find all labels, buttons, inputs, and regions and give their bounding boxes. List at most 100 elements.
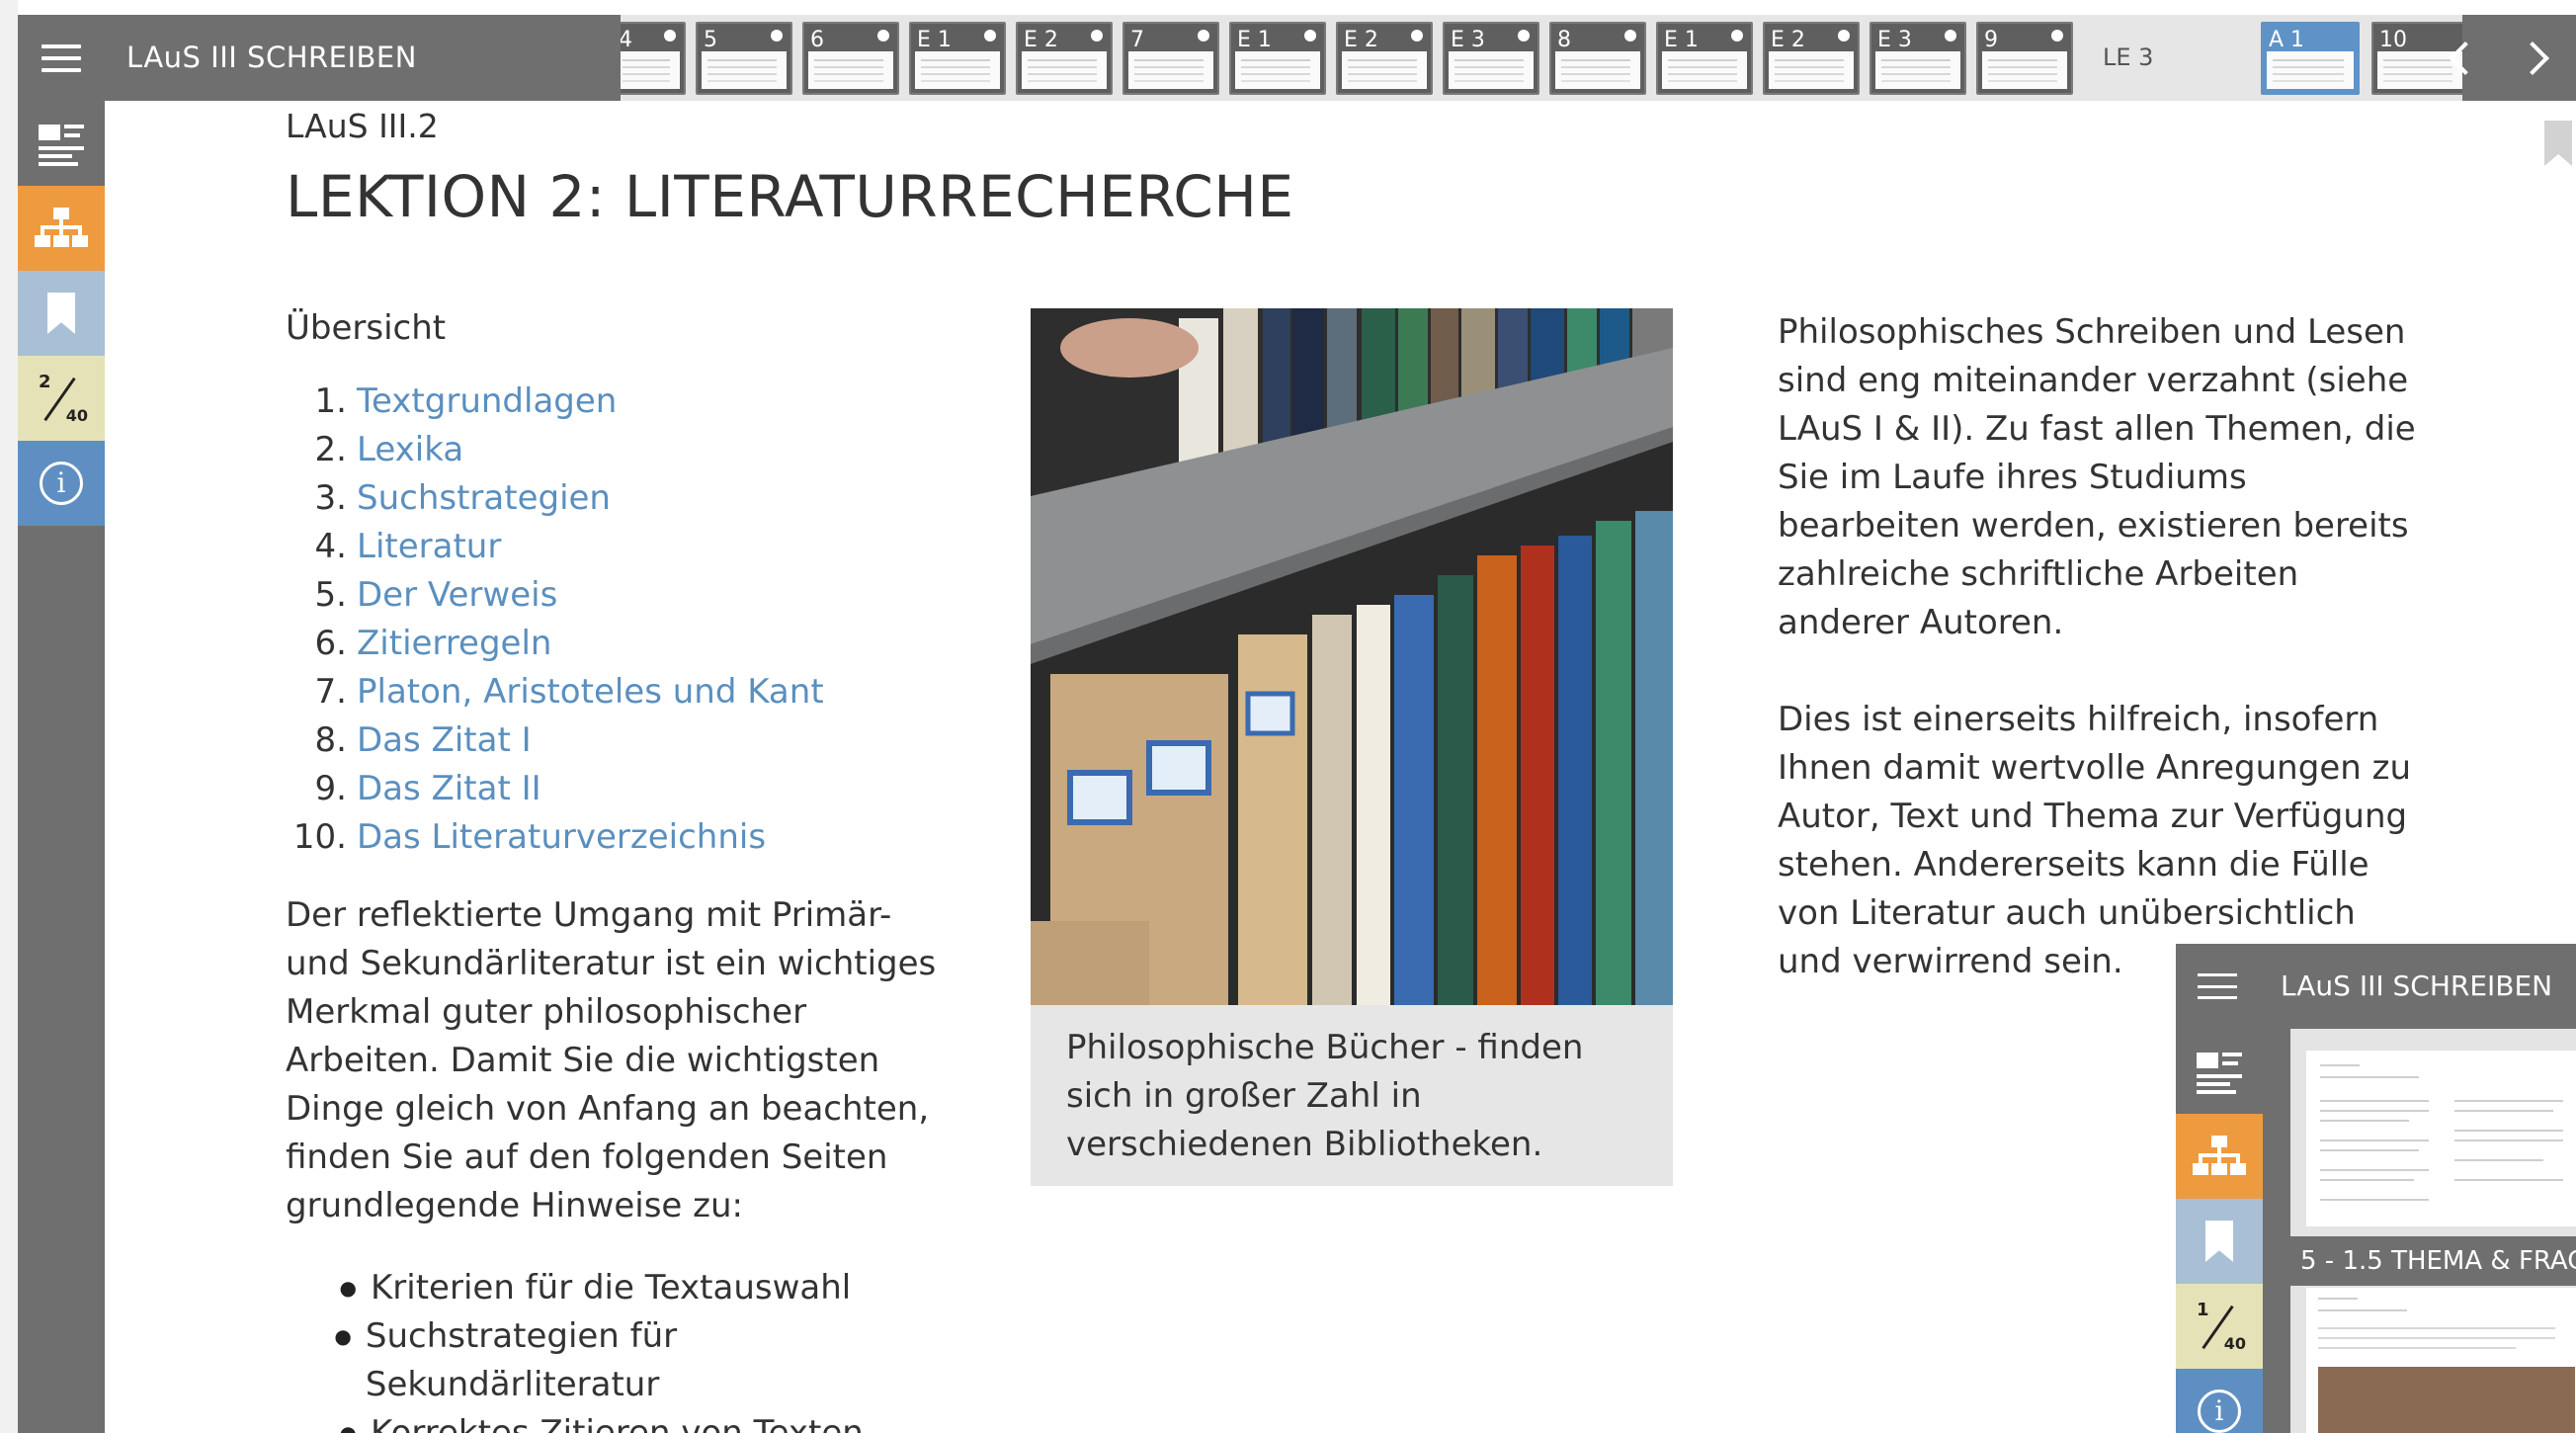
page-thumbnail[interactable]: E 3 <box>1870 22 1966 95</box>
page-counter-button[interactable]: 2 40 <box>18 356 105 441</box>
bullet-item: Korrektes Zitieren von Texten <box>286 1409 938 1433</box>
toc-link[interactable]: Textgrundlagen <box>357 378 617 426</box>
inset-info-button: i <box>2176 1369 2263 1433</box>
overview-column: Übersicht 1. Textgrundlagen 2. Lexika 3. Su… <box>286 308 938 1433</box>
chevron-left-icon <box>2449 41 2482 75</box>
status-dot <box>1091 30 1103 42</box>
page-title: LEKTION 2: LITERATURRECHERCHE <box>286 163 1294 230</box>
hamburger-icon <box>42 43 81 72</box>
app-title: LAuS III SCHREIBEN <box>126 41 417 74</box>
bullet-item: Kriterien für die Textauswahl <box>286 1264 938 1312</box>
page-thumbnail-strip[interactable]: 4 5 6 E 1 E 2 7 E 1 E 2 E 3 8 E 1 E 2 E … <box>621 15 2462 101</box>
page-thumbnail[interactable]: 6 <box>802 22 899 95</box>
toc-item: 1. Textgrundlagen <box>286 378 938 426</box>
toc-link[interactable]: Suchstrategien <box>357 474 611 523</box>
mobile-preview-inset: LAuS III SCHREIBEN 1 40 i 5 - 1.5 THEMA … <box>2176 944 2576 1433</box>
toc-link[interactable]: Das Zitat I <box>357 716 532 765</box>
inset-sitemap-button <box>2176 1114 2263 1199</box>
page-thumbnail-active[interactable]: A 1 <box>2261 22 2360 95</box>
toc-link[interactable]: Literatur <box>357 523 501 571</box>
sitemap-button[interactable] <box>18 186 105 271</box>
toc-link[interactable]: Platon, Aristoteles und Kant <box>357 668 824 716</box>
info-button[interactable]: i <box>18 441 105 526</box>
toc-item: 5. Der Verweis <box>286 571 938 620</box>
toc-link[interactable]: Das Literaturverzeichnis <box>357 813 766 862</box>
overview-heading: Übersicht <box>286 308 447 348</box>
toc-item: 8. Das Zitat I <box>286 716 938 765</box>
menu-button[interactable] <box>18 15 105 101</box>
status-dot <box>877 30 889 42</box>
inset-section-label: 5 - 1.5 THEMA & FRAGE <box>2290 1236 2576 1286</box>
status-dot <box>1411 30 1423 42</box>
toc-link[interactable]: Lexika <box>357 426 463 474</box>
sitemap-icon <box>2193 1136 2246 1177</box>
page-thumbnail[interactable]: E 3 <box>1443 22 1539 95</box>
status-dot <box>1198 30 1209 42</box>
inset-sidebar: 1 40 i <box>2176 1029 2263 1433</box>
bookmarks-button[interactable] <box>18 271 105 356</box>
intro-column: Philosophisches Schreiben und Lesen sind… <box>1778 308 2430 986</box>
inset-thumbnail-image <box>2318 1367 2575 1433</box>
toc-item: 9. Das Zitat II <box>286 765 938 813</box>
page-thumbnail[interactable]: E 1 <box>1229 22 1326 95</box>
unit-label: LE 3 <box>2103 43 2154 71</box>
toc-icon <box>39 123 84 166</box>
inset-page-panel: 5 - 1.5 THEMA & FRAGE <box>2290 1029 2576 1433</box>
intro-text-paragraph: Dies ist einerseits hilfreich, insofern … <box>1778 700 2411 981</box>
status-dot <box>1838 30 1850 42</box>
page-thumbnail[interactable]: 8 <box>1549 22 1646 95</box>
sitemap-icon <box>35 208 88 249</box>
page-thumbnail[interactable]: 4 <box>621 22 686 95</box>
page-thumbnail[interactable]: E 1 <box>1656 22 1753 95</box>
status-dot <box>1731 30 1743 42</box>
status-dot <box>1624 30 1636 42</box>
status-dot <box>2051 30 2063 42</box>
intro-text-paragraph: Philosophisches Schreiben und Lesen sind… <box>1778 312 2416 642</box>
status-dot <box>771 30 783 42</box>
page-thumbnail[interactable]: 7 <box>1122 22 1219 95</box>
next-page-button[interactable] <box>2508 29 2567 88</box>
inset-page-counter: 1 40 <box>2176 1284 2263 1369</box>
toc-link[interactable]: Der Verweis <box>357 571 557 620</box>
page-counter-icon: 1 40 <box>2197 1300 2246 1353</box>
status-dot <box>1518 30 1530 42</box>
page-thumbnail[interactable]: E 2 <box>1016 22 1113 95</box>
status-dot <box>1945 30 1956 42</box>
status-dot <box>1304 30 1316 42</box>
window-edge <box>0 0 18 1433</box>
table-of-contents-button[interactable] <box>18 101 105 186</box>
page-counter-icon: 2 40 <box>39 372 88 425</box>
info-icon: i <box>2198 1390 2241 1433</box>
inset-bookmark-button <box>2176 1199 2263 1284</box>
intro-paragraph: Der reflektierte Umgang mit Primär- und … <box>286 895 937 1225</box>
inset-page-preview <box>2290 1051 2576 1226</box>
bookshelf-photo <box>1031 308 1673 1005</box>
hamburger-icon <box>2198 973 2237 999</box>
lesson-toc: 1. Textgrundlagen 2. Lexika 3. Suchstrategi… <box>286 378 938 862</box>
page-thumbnail[interactable]: E 2 <box>1763 22 1860 95</box>
toc-item: 10. Das Literaturverzeichnis <box>286 813 938 862</box>
page-thumbnail[interactable]: E 2 <box>1336 22 1433 95</box>
toc-item: 3. Suchstrategien <box>286 474 938 523</box>
page-thumbnail[interactable]: E 1 <box>909 22 1006 95</box>
module-code: LAuS III.2 <box>286 107 439 145</box>
inset-page-preview <box>2290 1288 2576 1433</box>
bookmark-icon <box>2205 1221 2233 1262</box>
top-bar: LAuS III SCHREIBEN 4 5 6 E 1 E 2 7 E 1 E… <box>18 15 2576 101</box>
status-dot <box>664 30 676 42</box>
toc-link[interactable]: Das Zitat II <box>357 765 541 813</box>
bookmark-icon <box>47 293 75 334</box>
status-dot <box>984 30 996 42</box>
library-figure: Philosophische Bücher - finden sich in g… <box>1031 308 1673 1186</box>
page-bookmark-toggle[interactable] <box>2544 121 2572 166</box>
sidebar: 2 40 i <box>18 101 105 1433</box>
inset-toc-button <box>2176 1029 2263 1114</box>
page-thumbnail[interactable]: 9 <box>1976 22 2073 95</box>
toc-icon <box>2197 1051 2242 1094</box>
chevron-right-icon <box>2516 41 2549 75</box>
toc-link[interactable]: Zitierregeln <box>357 620 551 668</box>
previous-page-button[interactable] <box>2431 29 2490 88</box>
toc-item: 2. Lexika <box>286 426 938 474</box>
toc-item: 4. Literatur <box>286 523 938 571</box>
page-thumbnail[interactable]: 5 <box>696 22 792 95</box>
